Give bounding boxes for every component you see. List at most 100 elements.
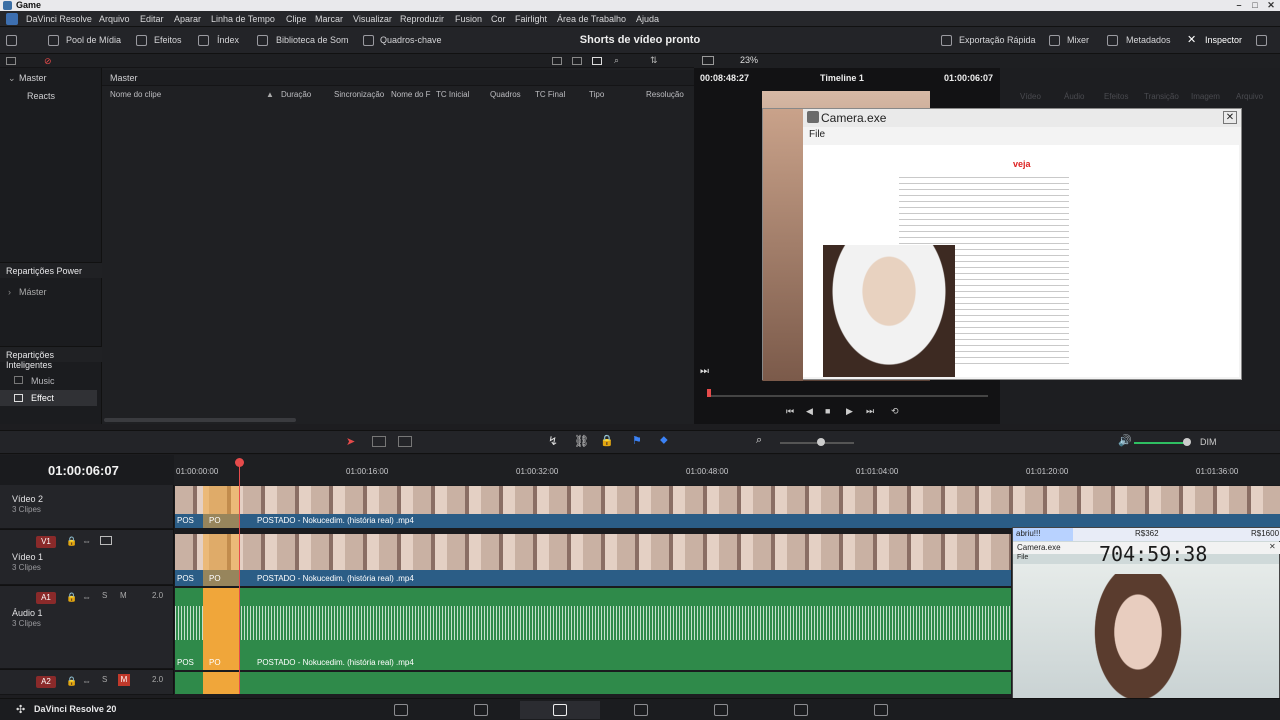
tab-video[interactable]: Vídeo [1020, 92, 1041, 101]
solo-button[interactable]: S [102, 675, 107, 684]
clip-video2[interactable]: POS PO POSTADO - Nokucedim. (história re… [175, 486, 1280, 528]
menu-arquivo[interactable]: Arquivo [99, 11, 130, 27]
volume-slider-handle[interactable] [1183, 438, 1191, 446]
keyframes-button[interactable]: Quadros-chave [380, 27, 442, 54]
sound-library-icon[interactable] [257, 35, 268, 46]
marker-icon[interactable]: ⬥ [660, 434, 668, 447]
zoom-slider-handle[interactable] [817, 438, 825, 446]
stop-icon[interactable]: ■ [825, 406, 830, 416]
clip-video1[interactable]: POS PO POSTADO - Nokucedim. (história re… [175, 534, 1011, 586]
volume-slider[interactable] [1134, 442, 1188, 444]
power-bin-master[interactable]: Máster [19, 287, 47, 297]
bin-master[interactable]: Master [19, 73, 47, 83]
col-start-tc[interactable]: TC Inicial [436, 87, 469, 103]
track-target-a1[interactable]: A1 [36, 592, 56, 604]
clip-orange-segment[interactable] [203, 672, 239, 694]
menu-reproduzir[interactable]: Reproduzir [400, 11, 444, 27]
camera-close-icon[interactable]: ✕ [1223, 111, 1237, 124]
chevron-right-icon[interactable]: › [8, 287, 11, 297]
trim-tool-icon[interactable] [372, 436, 386, 447]
auto-select-icon[interactable]: ⇔ [82, 592, 91, 602]
webcam-file-menu[interactable]: File [1017, 554, 1028, 561]
webcam-close-icon[interactable]: ✕ [1269, 542, 1276, 551]
smart-bin-music[interactable]: Music [31, 376, 55, 386]
minimize-icon[interactable]: – [1232, 0, 1246, 11]
keyframes-icon[interactable] [363, 35, 374, 46]
mixer-icon[interactable] [1049, 35, 1060, 46]
tab-transition[interactable]: Transição [1144, 92, 1179, 101]
next-frame-icon[interactable]: ⏭ [700, 366, 709, 377]
media-pool-button[interactable]: Pool de Mídia [66, 27, 121, 54]
timeline-playhead[interactable] [239, 462, 240, 694]
page-edit-active[interactable] [520, 701, 600, 719]
sync-icon[interactable]: ⊘ [44, 56, 52, 67]
mixer-button[interactable]: Mixer [1067, 27, 1089, 54]
sound-library-button[interactable]: Biblioteca de Som [276, 27, 349, 54]
go-to-start-icon[interactable]: ⏮ [786, 406, 794, 417]
col-file-name[interactable]: Nome do F [391, 87, 431, 103]
page-fairlight-icon[interactable] [794, 704, 808, 716]
track-target-a2[interactable]: A2 [36, 676, 56, 688]
link-icon[interactable]: ⛓ [574, 434, 589, 448]
page-cut-icon[interactable] [474, 704, 488, 716]
menu-clipe[interactable]: Clipe [286, 11, 307, 27]
tab-file[interactable]: Arquivo [1236, 92, 1263, 101]
track-visibility-icon[interactable] [100, 536, 112, 545]
menu-linha-de-tempo[interactable]: Linha de Tempo [211, 11, 275, 27]
timeline-selector[interactable]: Timeline 1 [820, 73, 864, 83]
effects-icon[interactable] [136, 35, 147, 46]
menu-visualizar[interactable]: Visualizar [353, 11, 392, 27]
col-resolution[interactable]: Resolução [646, 87, 684, 103]
chevron-down-icon[interactable]: ⌄ [8, 73, 16, 84]
list-view-icon[interactable] [592, 57, 602, 65]
close-icon[interactable]: ✕ [1264, 0, 1278, 11]
metadata-icon[interactable] [1107, 35, 1118, 46]
page-deliver-icon[interactable] [874, 704, 888, 716]
menu-fairlight[interactable]: Fairlight [515, 11, 547, 27]
play-icon[interactable]: ▶ [846, 406, 853, 417]
camera-file-menu[interactable]: File [809, 129, 825, 140]
page-fusion-icon[interactable] [634, 704, 648, 716]
sort-icon[interactable]: ⇅ [650, 55, 658, 66]
bin-reacts[interactable]: Reacts [27, 91, 55, 101]
col-frames[interactable]: Quadros [490, 87, 521, 103]
menu-editar[interactable]: Editar [140, 11, 164, 27]
menu-area-de-trabalho[interactable]: Área de Trabalho [557, 11, 626, 27]
menu-fusion[interactable]: Fusion [455, 11, 482, 27]
page-color-icon[interactable] [714, 704, 728, 716]
tab-effects[interactable]: Efeitos [1104, 92, 1128, 101]
bin-view-icon[interactable] [6, 57, 16, 65]
solo-button[interactable]: S [102, 591, 107, 600]
page-media-icon[interactable] [394, 704, 408, 716]
col-sync[interactable]: Sincronização [334, 87, 384, 103]
menu-cor[interactable]: Cor [491, 11, 506, 27]
lock-icon[interactable]: 🔒 [600, 434, 614, 447]
menu-ajuda[interactable]: Ajuda [636, 11, 659, 27]
clip-audio2[interactable] [175, 672, 1011, 694]
smart-bin-effect[interactable]: Effect [0, 390, 97, 406]
track-lock-icon[interactable]: 🔒 [66, 676, 77, 687]
volume-icon[interactable]: 🔊 [1118, 434, 1132, 447]
fullscreen-icon[interactable] [1256, 35, 1267, 46]
media-pool-icon[interactable] [48, 35, 59, 46]
loop-icon[interactable]: ⟲ [891, 406, 899, 417]
snap-icon[interactable]: ↯ [548, 434, 558, 448]
flag-icon[interactable]: ⚑ [632, 434, 642, 447]
thumbnail-view-icon[interactable] [552, 57, 562, 65]
tab-audio[interactable]: Áudio [1064, 92, 1084, 101]
col-type[interactable]: Tipo [589, 87, 604, 103]
index-button[interactable]: Índex [217, 27, 239, 54]
panel-layout-icon[interactable] [6, 35, 17, 46]
index-icon[interactable] [198, 35, 209, 46]
mute-button-active[interactable]: M [118, 674, 130, 686]
track-lock-icon[interactable]: 🔒 [66, 536, 77, 547]
select-tool-icon[interactable]: ➤ [346, 435, 355, 448]
menu-marcar[interactable]: Marcar [315, 11, 343, 27]
tab-image[interactable]: Imagem [1191, 92, 1220, 101]
col-duration[interactable]: Duração [281, 87, 311, 103]
viewer-zoom[interactable]: 23% [740, 55, 758, 65]
clip-audio1[interactable]: POS PO POSTADO - Nokucedim. (história re… [175, 588, 1011, 670]
col-clip-name[interactable]: Nome do clipe [110, 87, 161, 103]
auto-select-icon[interactable]: ⇔ [82, 536, 91, 546]
timeline-ruler[interactable]: 01:00:00:00 01:00:16:00 01:00:32:00 01:0… [174, 455, 1280, 485]
